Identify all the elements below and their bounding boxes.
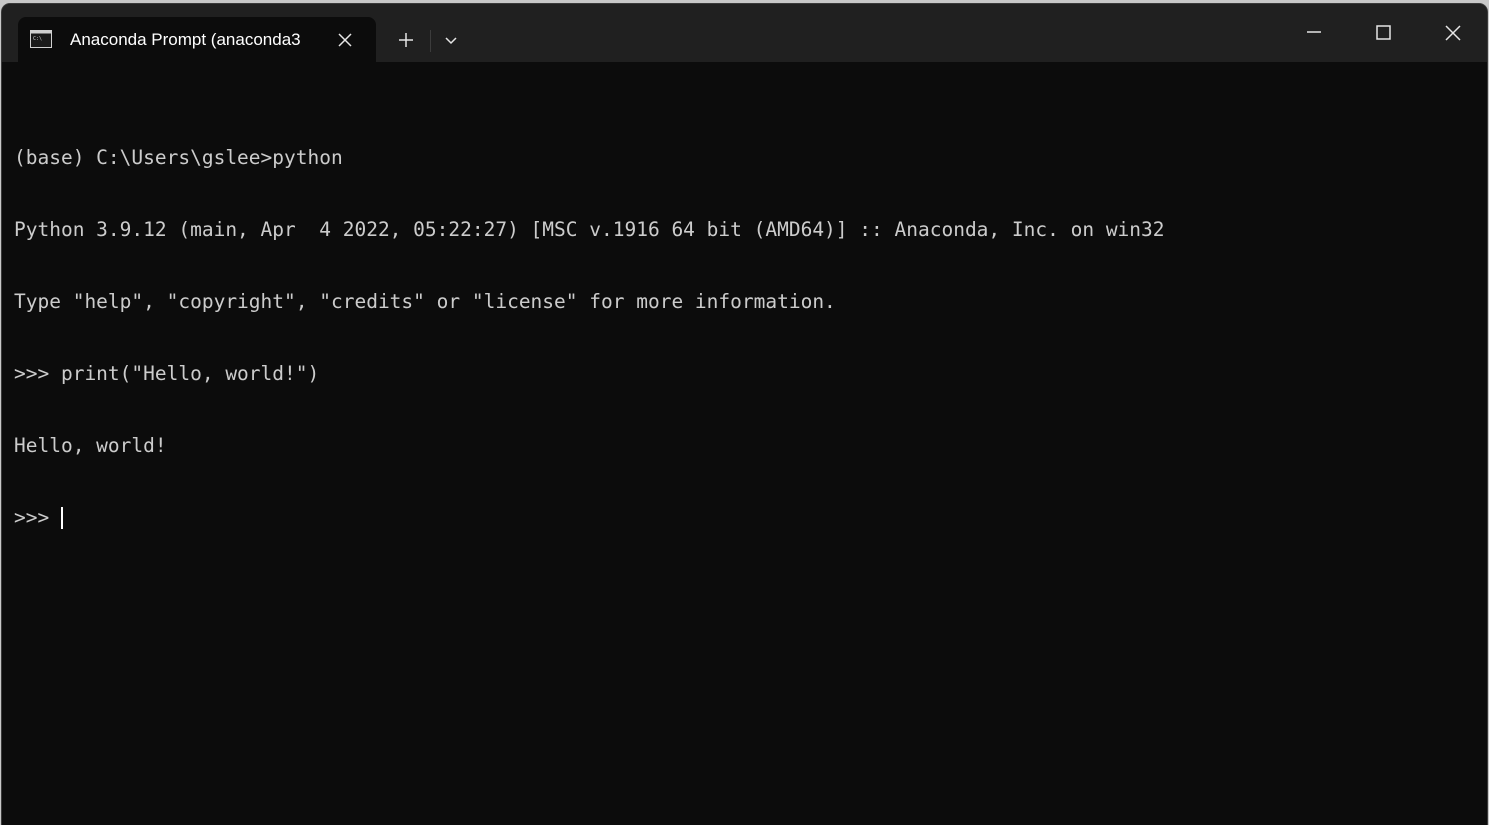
terminal-output[interactable]: (base) C:\Users\gslee>python Python 3.9.… bbox=[14, 98, 1474, 578]
close-window-icon[interactable] bbox=[1418, 4, 1486, 50]
maximize-icon[interactable] bbox=[1349, 4, 1417, 50]
terminal-line: (base) C:\Users\gslee>python bbox=[14, 146, 343, 169]
prompt-line[interactable]: >>> bbox=[14, 506, 1474, 530]
close-icon[interactable] bbox=[334, 29, 356, 51]
terminal-line: Hello, world! bbox=[14, 434, 167, 457]
plus-icon[interactable] bbox=[386, 24, 426, 56]
tab-anaconda-prompt[interactable]: C:\ Anaconda Prompt (anaconda3 bbox=[18, 17, 376, 62]
chevron-down-icon[interactable] bbox=[436, 24, 466, 56]
terminal-line: >>> print("Hello, world!") bbox=[14, 362, 320, 385]
prompt: >>> bbox=[14, 506, 61, 529]
console-icon: C:\ bbox=[30, 30, 52, 48]
svg-text:C:\: C:\ bbox=[33, 36, 42, 42]
text-cursor bbox=[60, 507, 63, 529]
terminal-line: Type "help", "copyright", "credits" or "… bbox=[14, 290, 836, 313]
title-bar[interactable]: C:\ Anaconda Prompt (anaconda3 bbox=[2, 4, 1487, 62]
terminal-line: Python 3.9.12 (main, Apr 4 2022, 05:22:2… bbox=[14, 218, 1165, 241]
tab-divider bbox=[430, 30, 431, 52]
minimize-icon[interactable] bbox=[1280, 4, 1348, 50]
tab-title: Anaconda Prompt (anaconda3 bbox=[70, 30, 301, 49]
terminal-window: C:\ Anaconda Prompt (anaconda3 (base) C:… bbox=[2, 4, 1487, 825]
